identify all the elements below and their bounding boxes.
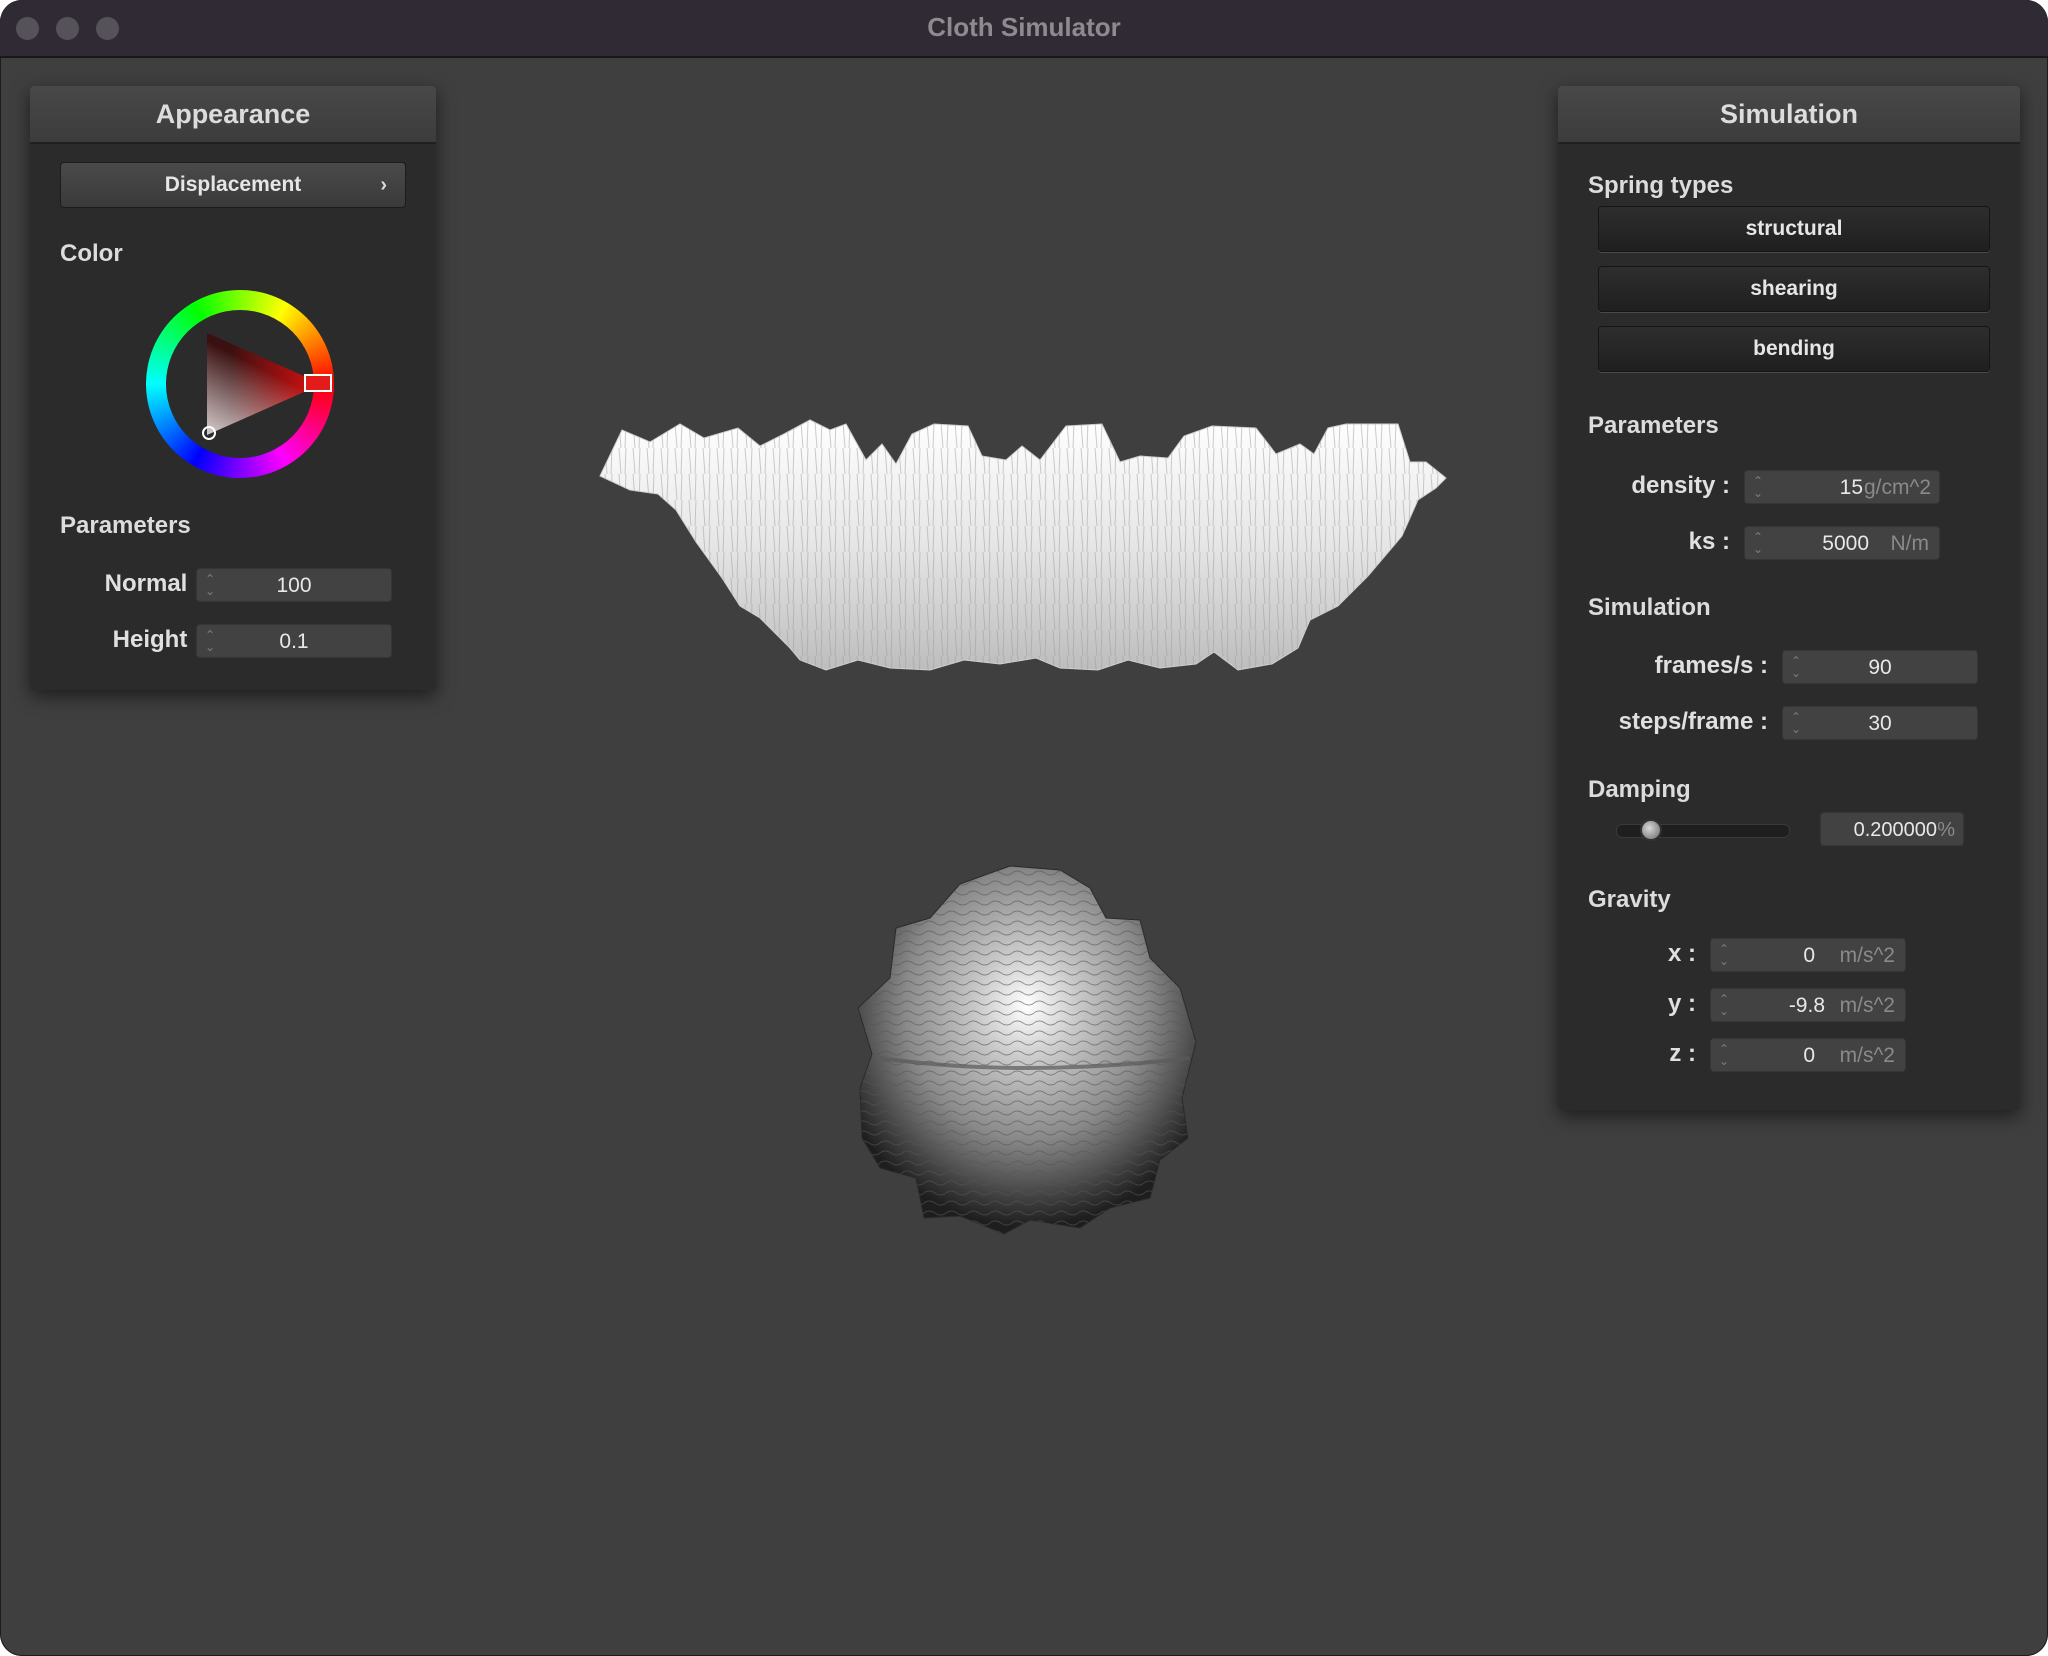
damping-unit: % <box>1937 819 1955 841</box>
structural-toggle-button[interactable]: structural <box>1598 206 1990 252</box>
spin-arrows-icon[interactable]: ⌃ ⌄ <box>1719 943 1729 967</box>
shader-dropdown-label: Displacement <box>164 173 302 196</box>
height-value[interactable]: 0.1 <box>197 625 391 659</box>
ks-value[interactable]: 5000 <box>1822 527 1869 561</box>
gravity-y-label: y : <box>1667 990 1696 1017</box>
bending-toggle-button[interactable]: bending <box>1598 326 1990 372</box>
window-title: Cloth Simulator <box>927 12 1121 42</box>
fps-spinbox[interactable]: ⌃ ⌄ 90 <box>1782 650 1978 684</box>
gravity-x-value[interactable]: 0 <box>1803 939 1815 973</box>
spin-arrows-icon[interactable]: ⌃ ⌄ <box>1753 475 1763 499</box>
steps-label: steps/frame : <box>1618 708 1768 735</box>
hue-picker-handle[interactable] <box>304 374 332 392</box>
3d-viewport[interactable]: Appearance Displacement › Color Paramete… <box>0 58 2048 1656</box>
gravity-x-unit: m/s^2 <box>1839 944 1895 967</box>
steps-spinbox[interactable]: ⌃ ⌄ 30 <box>1782 706 1978 740</box>
shader-dropdown[interactable]: Displacement › <box>60 162 406 208</box>
density-value[interactable]: 15 <box>1840 471 1863 505</box>
appearance-parameters-label: Parameters <box>60 512 191 539</box>
ks-spinbox[interactable]: ⌃ ⌄ 5000 N/m <box>1744 526 1940 560</box>
sphere-mesh <box>857 865 1197 1235</box>
spin-arrows-icon[interactable]: ⌃ ⌄ <box>1719 1043 1729 1067</box>
appearance-header[interactable]: Appearance <box>30 86 436 144</box>
normal-label: Normal : <box>104 570 202 597</box>
density-label: density : <box>1631 472 1730 499</box>
gravity-z-unit: m/s^2 <box>1839 1044 1895 1067</box>
gravity-z-label: z : <box>1669 1040 1696 1067</box>
ks-label: ks : <box>1688 528 1730 555</box>
gravity-x-label: x : <box>1667 940 1696 967</box>
gravity-x-spinbox[interactable]: ⌃ ⌄ 0 m/s^2 <box>1710 938 1906 972</box>
damping-textbox[interactable]: 0.200000 % <box>1820 812 1964 846</box>
gravity-z-spinbox[interactable]: ⌃ ⌄ 0 m/s^2 <box>1710 1038 1906 1072</box>
spin-arrows-icon[interactable]: ⌃ ⌄ <box>1719 993 1729 1017</box>
steps-value[interactable]: 30 <box>1783 707 1977 741</box>
gravity-label: Gravity <box>1588 886 1671 913</box>
appearance-panel: Appearance Displacement › Color Paramete… <box>30 86 436 690</box>
simulation-section-label: Simulation <box>1588 594 1711 621</box>
color-wheel[interactable] <box>146 290 334 478</box>
density-spinbox[interactable]: ⌃ ⌄ 15 g/cm^2 <box>1744 470 1940 504</box>
spin-arrows-icon[interactable]: ⌃ ⌄ <box>1753 531 1763 555</box>
gravity-z-value[interactable]: 0 <box>1803 1039 1815 1073</box>
ks-unit: N/m <box>1890 532 1930 555</box>
cloth-mesh <box>599 419 1447 671</box>
gravity-y-value[interactable]: -9.8 <box>1789 989 1825 1023</box>
app-window: Cloth Simulator Appearance Displacement … <box>0 0 2048 1656</box>
damping-value[interactable]: 0.200000 <box>1854 813 1937 847</box>
simulation-panel: Simulation Spring types structural shear… <box>1558 86 2020 1110</box>
shearing-toggle-button[interactable]: shearing <box>1598 266 1990 312</box>
chevron-right-icon: › <box>380 174 387 196</box>
height-spinbox[interactable]: ⌃ ⌄ 0.1 <box>196 624 392 658</box>
spring-types-label: Spring types <box>1588 172 1734 199</box>
damping-label: Damping <box>1588 776 1691 803</box>
fps-label: frames/s : <box>1654 652 1768 679</box>
color-label: Color <box>60 240 123 267</box>
density-unit: g/cm^2 <box>1863 476 1931 499</box>
normal-value[interactable]: 100 <box>197 569 391 603</box>
gravity-y-unit: m/s^2 <box>1839 994 1895 1017</box>
gravity-y-spinbox[interactable]: ⌃ ⌄ -9.8 m/s^2 <box>1710 988 1906 1022</box>
normal-spinbox[interactable]: ⌃ ⌄ 100 <box>196 568 392 602</box>
title-bar: Cloth Simulator <box>0 0 2048 58</box>
simulation-parameters-label: Parameters <box>1588 412 1719 439</box>
fps-value[interactable]: 90 <box>1783 651 1977 685</box>
simulation-header[interactable]: Simulation <box>1558 86 2020 144</box>
height-label: Height : <box>112 626 202 653</box>
